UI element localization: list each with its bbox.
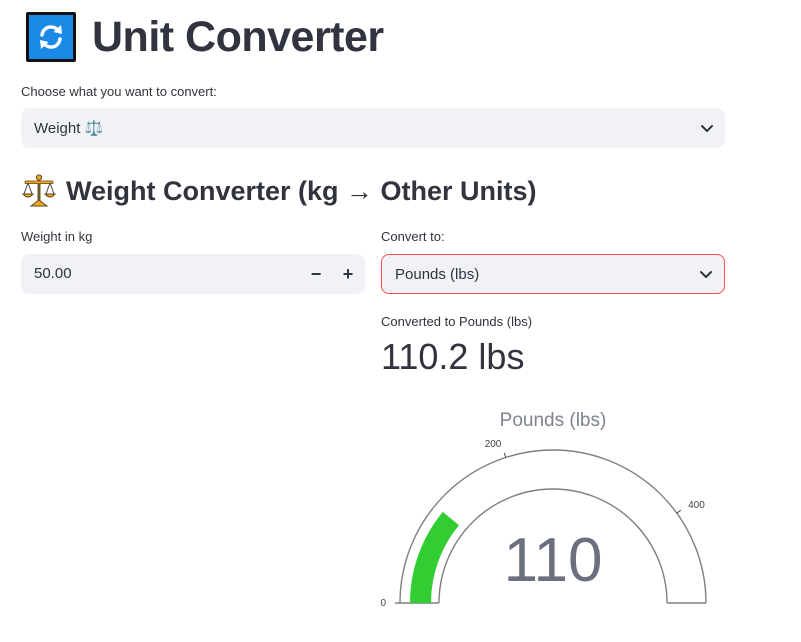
weight-value[interactable]: 50.00	[34, 265, 72, 282]
target-select-label: Convert to:	[381, 229, 445, 244]
chevron-down-icon[interactable]	[701, 120, 713, 137]
increment-button[interactable]: +	[334, 258, 362, 290]
scales-icon	[22, 174, 56, 208]
weight-number-input[interactable]: 50.00 − +	[21, 254, 365, 294]
category-select-label: Choose what you want to convert:	[21, 84, 217, 99]
refresh-arrows-icon	[26, 12, 76, 62]
page-title: Unit Converter	[92, 12, 384, 61]
gauge-tick-mark	[503, 452, 507, 458]
gauge-tick-label: 0	[380, 598, 386, 609]
gauge-tick-label: 200	[485, 439, 502, 450]
weight-input-label: Weight in kg	[21, 229, 93, 244]
gauge-value-bar	[410, 511, 459, 603]
result-label: Converted to Pounds (lbs)	[381, 314, 533, 329]
result-value: 110.2 lbs	[381, 336, 525, 377]
header: Unit Converter	[26, 12, 384, 62]
category-select[interactable]: Weight ⚖️	[21, 108, 725, 148]
category-select-value: Weight ⚖️	[34, 120, 104, 137]
target-select-value: Pounds (lbs)	[395, 265, 480, 283]
gauge-title: Pounds (lbs)	[500, 410, 607, 431]
target-unit-select[interactable]: Pounds (lbs)	[381, 254, 725, 294]
gauge-tick-label: 400	[688, 500, 705, 511]
pounds-gauge: Pounds (lbs) 0 200 400 110	[380, 410, 707, 609]
decrement-button[interactable]: −	[302, 258, 330, 290]
gauge-tick-mark	[676, 509, 682, 514]
gauge-number: 110	[504, 526, 603, 595]
chevron-down-icon[interactable]	[700, 266, 712, 283]
section-title: Weight Converter (kg → Other Units)	[66, 175, 537, 206]
section-heading: Weight Converter (kg → Other Units)	[22, 174, 537, 208]
